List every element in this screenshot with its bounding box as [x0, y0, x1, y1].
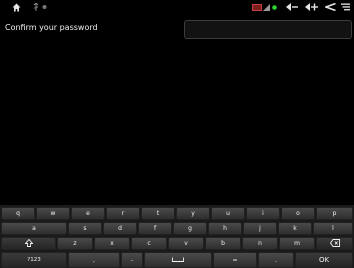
key-v[interactable]: v	[168, 237, 204, 250]
key-r[interactable]: r	[106, 207, 140, 220]
key-d[interactable]: d	[103, 222, 137, 235]
key-comma[interactable]: ,	[68, 252, 120, 268]
shift-key[interactable]	[1, 237, 56, 250]
debug-icon	[42, 2, 47, 12]
key-o[interactable]: o	[281, 207, 315, 220]
key-l[interactable]: l	[313, 222, 353, 235]
key-u[interactable]: u	[211, 207, 245, 220]
status-bar	[0, 0, 354, 14]
home-icon[interactable]	[12, 2, 21, 12]
key-z[interactable]: z	[57, 237, 93, 250]
key-b[interactable]: b	[205, 237, 241, 250]
key-m[interactable]: m	[279, 237, 315, 250]
backspace-icon	[329, 238, 340, 249]
key-q[interactable]: q	[1, 207, 35, 220]
key-dash[interactable]: -	[121, 252, 143, 268]
key-x[interactable]: x	[94, 237, 130, 250]
key-period[interactable]: .	[258, 252, 294, 268]
volume-down-icon[interactable]	[286, 2, 298, 12]
key-t[interactable]: t	[141, 207, 175, 220]
usb-icon	[33, 2, 39, 12]
key-w[interactable]: w	[36, 207, 70, 220]
menu-icon[interactable]	[341, 2, 350, 12]
battery-icon	[252, 2, 262, 12]
space-key[interactable]	[144, 252, 212, 268]
key-e[interactable]: e	[71, 207, 105, 220]
soft-keyboard: q w e r t y u i o p a s d f g h j k l z …	[0, 205, 354, 268]
key-j[interactable]: j	[243, 222, 277, 235]
key-y[interactable]: y	[176, 207, 210, 220]
key-s[interactable]: s	[68, 222, 102, 235]
space-icon	[172, 257, 184, 264]
key-n[interactable]: n	[242, 237, 278, 250]
key-p[interactable]: p	[316, 207, 353, 220]
key-c[interactable]: c	[131, 237, 167, 250]
key-k[interactable]: k	[278, 222, 312, 235]
status-dot-icon	[272, 2, 277, 12]
key-equals[interactable]: =	[213, 252, 257, 268]
key-h[interactable]: h	[208, 222, 242, 235]
key-g[interactable]: g	[173, 222, 207, 235]
backspace-key[interactable]	[316, 237, 353, 250]
shift-icon	[24, 238, 33, 249]
key-a[interactable]: a	[1, 222, 67, 235]
symbols-key[interactable]: ?123	[1, 252, 67, 268]
key-f[interactable]: f	[138, 222, 172, 235]
volume-up-icon[interactable]	[305, 2, 318, 12]
key-i[interactable]: i	[246, 207, 280, 220]
back-icon[interactable]	[325, 2, 336, 12]
ok-key[interactable]: OK	[295, 252, 353, 268]
confirm-password-label: Confirm your password	[5, 23, 98, 32]
signal-icon	[263, 2, 270, 12]
password-input[interactable]	[184, 20, 352, 39]
